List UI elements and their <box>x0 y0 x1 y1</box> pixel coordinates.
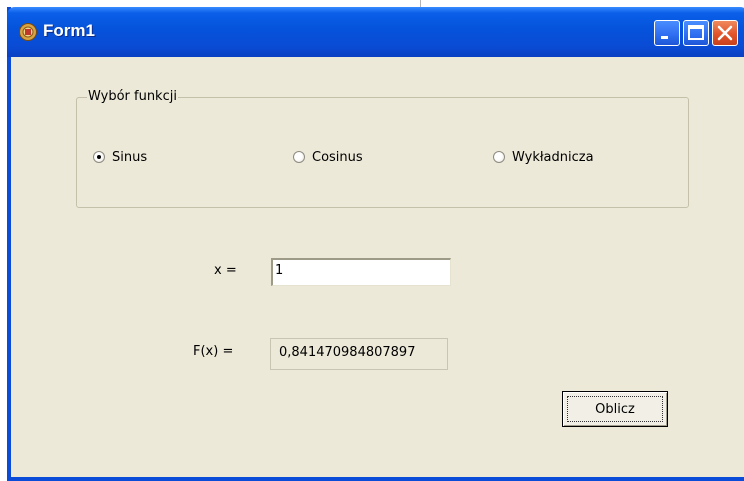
radio-label-wykladnicza[interactable]: Wykładnicza <box>512 150 594 165</box>
x-label: x = <box>214 263 237 278</box>
x-input[interactable]: 1 <box>271 258 451 286</box>
window-title: Form1 <box>43 21 95 40</box>
fx-result-field: 0,841470984807897 <box>270 338 448 370</box>
compute-button-label[interactable]: Oblicz <box>595 402 635 417</box>
form-app-icon[interactable] <box>18 22 38 42</box>
background-divider <box>420 0 421 7</box>
close-icon <box>717 25 733 41</box>
radio-wykladnicza[interactable]: Wykładnicza <box>493 149 594 165</box>
compute-button[interactable]: Oblicz <box>562 391 668 427</box>
radio-label-cosinus[interactable]: Cosinus <box>312 150 363 165</box>
radio-cosinus[interactable]: Cosinus <box>293 149 363 165</box>
minimize-icon <box>661 36 668 39</box>
close-button[interactable] <box>712 20 738 46</box>
group-label: Wybór funkcji <box>87 89 178 105</box>
title-bar[interactable]: Form1 <box>7 7 744 57</box>
radio-sinus[interactable]: Sinus <box>93 149 147 165</box>
radio-button-selected[interactable] <box>93 151 105 163</box>
radio-button[interactable] <box>293 151 305 163</box>
function-choice-group: Wybór funkcji Sinus Cosinus Wykładnicza <box>76 89 689 208</box>
radio-button[interactable] <box>493 151 505 163</box>
maximize-button[interactable] <box>683 20 709 46</box>
radio-label-sinus[interactable]: Sinus <box>112 150 147 165</box>
fx-label: F(x) = <box>193 344 234 359</box>
form-window: Form1 Wybór funkcji Sinus Cosinus Wykład… <box>7 7 744 481</box>
minimize-button[interactable] <box>654 20 680 46</box>
radio-dot <box>97 155 101 159</box>
maximize-icon <box>688 25 704 40</box>
